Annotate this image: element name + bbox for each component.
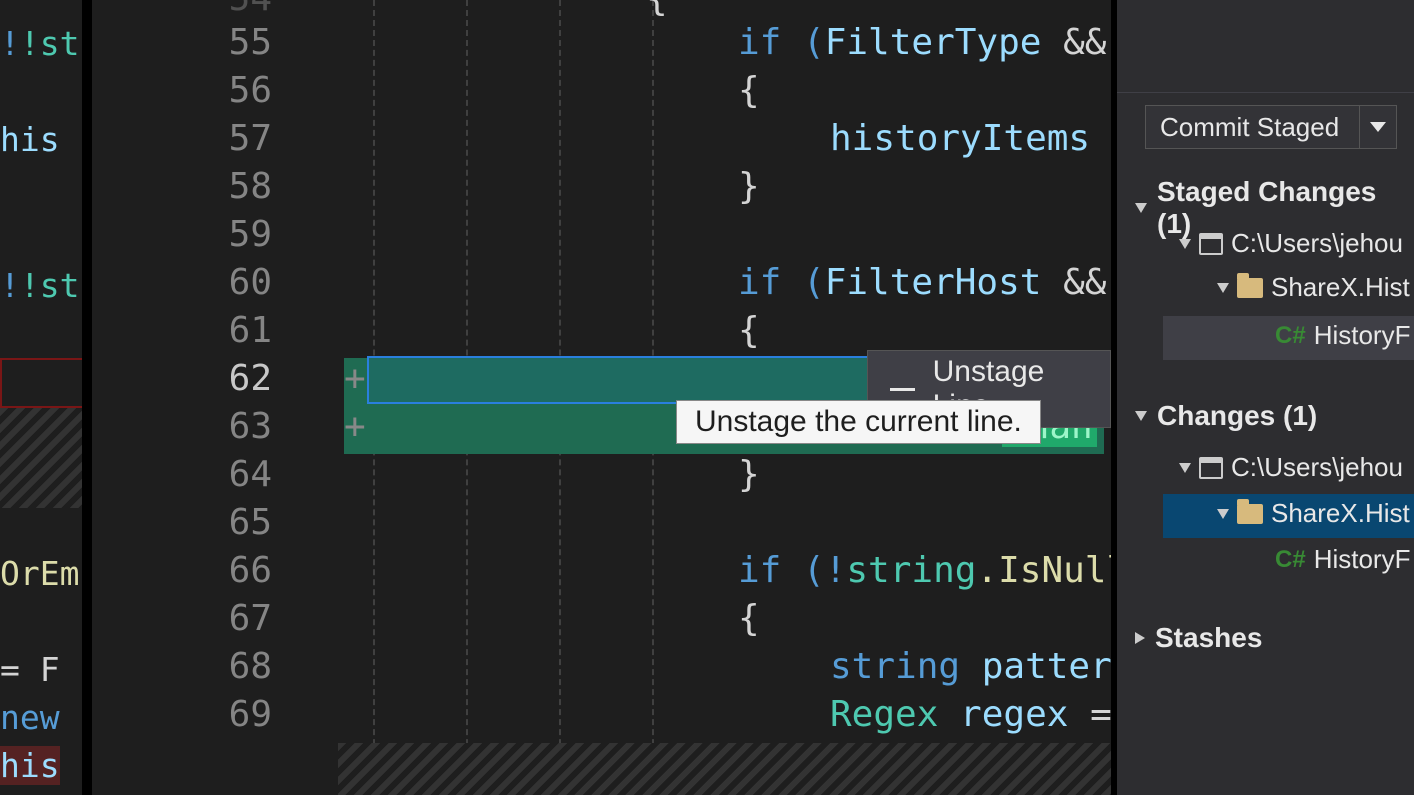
expand-icon — [1179, 463, 1191, 473]
code-text: { — [738, 310, 760, 351]
app-root: !!str his !!str his OrEm = F new his 54 … — [0, 0, 1414, 795]
csharp-file-icon: C# — [1275, 546, 1306, 574]
code-text: if (FilterType && !st — [738, 22, 1111, 63]
tree-label: C:\Users\jehou — [1231, 452, 1403, 483]
expand-icon — [1135, 411, 1147, 421]
line-number: 61 — [172, 310, 272, 351]
clip-text: his — [0, 746, 60, 785]
tree-row-repo[interactable]: C:\Users\jehou — [1179, 228, 1403, 259]
tree-row-project[interactable]: ShareX.Hist — [1217, 272, 1410, 303]
tree-label: C:\Users\jehou — [1231, 228, 1403, 259]
csharp-file-icon: C# — [1275, 322, 1306, 350]
clip-hatched — [0, 408, 82, 508]
code-text: historyItems = h — [830, 118, 1111, 159]
clip-text: !!str — [0, 24, 92, 63]
code-text: if (!string.IsNullOr — [738, 550, 1111, 591]
tree-label: HistoryF — [1314, 544, 1411, 575]
code-text: { — [738, 598, 760, 639]
panel-top-spacer — [1117, 0, 1414, 93]
line-number: 57 — [172, 118, 272, 159]
line-number: 55 — [172, 22, 272, 63]
section-header[interactable]: Changes (1) — [1135, 400, 1414, 432]
tree-label: ShareX.Hist — [1271, 272, 1410, 303]
code-text: } — [738, 454, 760, 495]
repo-icon — [1199, 233, 1223, 255]
code-text: if (FilterHost && !st — [738, 262, 1111, 303]
left-diff-strip: !!str his !!str his OrEm = F new his — [0, 0, 92, 795]
stashes-section[interactable]: Stashes — [1135, 622, 1414, 654]
chevron-down-icon — [1370, 122, 1386, 132]
tree-row-project[interactable]: ShareX.Hist — [1217, 498, 1410, 529]
line-number: 64 — [172, 454, 272, 495]
clip-text: !!str — [0, 266, 92, 305]
collapse-icon — [1135, 632, 1145, 644]
changes-section[interactable]: Changes (1) — [1135, 400, 1414, 432]
section-title: Changes (1) — [1157, 400, 1317, 432]
clip-text: OrEm — [0, 554, 79, 593]
clip-text: = F — [0, 650, 60, 689]
line-number: 59 — [172, 214, 272, 255]
code-text: { — [738, 70, 760, 111]
expand-icon — [1217, 283, 1229, 293]
line-number: 67 — [172, 598, 272, 639]
tree-label: ShareX.Hist — [1271, 498, 1410, 529]
repo-icon — [1199, 457, 1223, 479]
code-text: { — [646, 0, 668, 19]
commit-staged-button[interactable]: Commit Staged — [1145, 105, 1397, 149]
line-number: 66 — [172, 550, 272, 591]
commit-button-label: Commit Staged — [1146, 112, 1359, 143]
clip-text: new — [0, 698, 60, 737]
clip-text: his — [0, 120, 60, 159]
tree-row-file[interactable]: C# HistoryF — [1275, 320, 1410, 351]
code-text: string pattern = — [830, 646, 1111, 687]
clip-del-box: his — [0, 358, 86, 408]
line-number: 58 — [172, 166, 272, 207]
line-number-gutter: 54 55 56 57 58 59 60 61 62 63 64 65 66 6… — [92, 0, 332, 795]
tree-row-file[interactable]: C# HistoryF — [1275, 544, 1410, 575]
folder-icon — [1237, 278, 1263, 298]
section-title: Stashes — [1155, 622, 1262, 654]
folder-icon — [1237, 504, 1263, 524]
unstage-tooltip: Unstage the current line. — [676, 400, 1041, 444]
tree-label: HistoryF — [1314, 320, 1411, 351]
line-number: 54 — [172, 0, 272, 19]
line-number: 62 — [172, 358, 272, 399]
expand-icon — [1217, 509, 1229, 519]
section-header[interactable]: Stashes — [1135, 622, 1414, 654]
code-text: } — [738, 166, 760, 207]
line-number: 65 — [172, 502, 272, 543]
line-number: 60 — [172, 262, 272, 303]
minus-icon — [890, 388, 915, 391]
tree-row-repo[interactable]: C:\Users\jehou — [1179, 452, 1403, 483]
line-number: 69 — [172, 694, 272, 735]
code-text: Regex regex = new — [830, 694, 1111, 735]
line-number: 68 — [172, 646, 272, 687]
code-editor[interactable]: 54 55 56 57 58 59 60 61 62 63 64 65 66 6… — [92, 0, 1111, 795]
git-changes-panel: Commit Staged Staged Changes (1) C:\User… — [1111, 0, 1414, 795]
line-number: 63 — [172, 406, 272, 447]
expand-icon — [1179, 239, 1191, 249]
expand-icon — [1135, 203, 1147, 213]
editor-bottom-hatch — [338, 743, 1111, 795]
commit-dropdown-toggle[interactable] — [1359, 106, 1396, 148]
line-number: 56 — [172, 70, 272, 111]
